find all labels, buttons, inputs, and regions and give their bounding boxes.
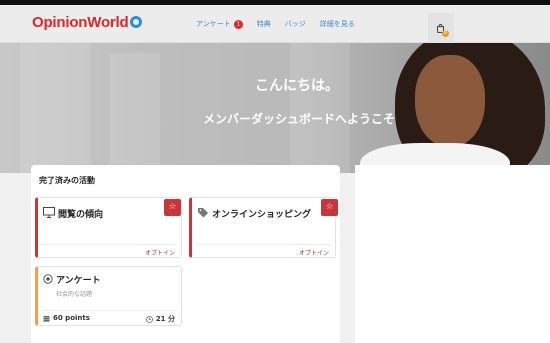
logo-ring-icon <box>130 16 143 28</box>
opt-in-link[interactable]: オプトイン <box>299 248 329 257</box>
favorite-star-icon[interactable]: ☆ <box>164 199 181 216</box>
card-title-browsing: 閲覧の傾向 <box>58 210 104 220</box>
survey-points-label: 60 points <box>53 314 90 322</box>
nav-item-surveys[interactable]: アンケート 1 <box>196 19 243 29</box>
activity-card-survey[interactable]: アンケート 社会的な話題 60 points 21 分 <box>35 266 182 326</box>
hero-background-building <box>290 43 350 173</box>
activity-heading: 完了済みの活動 <box>39 176 95 185</box>
survey-points: 60 points <box>43 314 90 322</box>
survey-icon <box>43 274 53 284</box>
completed-activities-panel: 完了済みの活動 閲覧の傾向 ☆ オプトイン オンラインショッピング ☆ オプトイ… <box>31 165 340 343</box>
hero-background-building <box>20 43 90 173</box>
logo-text: OpinionWorld <box>32 14 129 31</box>
hero-banner: こんにちは。 メンバーダッシュボードへようこそ <box>0 43 550 173</box>
monitor-icon <box>43 207 55 218</box>
nav-item-badges[interactable]: バッジ <box>285 19 306 29</box>
card-divider <box>196 244 331 245</box>
cart-count-badge: 0 <box>442 30 449 37</box>
card-divider <box>42 310 177 311</box>
card-title-survey: アンケート <box>56 276 101 286</box>
survey-count-badge: 1 <box>233 19 243 29</box>
coins-icon <box>43 315 50 322</box>
side-panel <box>355 165 550 343</box>
card-divider <box>42 244 177 245</box>
opt-in-link[interactable]: オプトイン <box>145 248 175 257</box>
cart-button[interactable]: 0 <box>428 13 454 45</box>
activity-card-shopping[interactable]: オンラインショッピング ☆ オプトイン <box>189 197 338 258</box>
clock-icon <box>145 315 153 323</box>
tag-icon <box>198 208 208 218</box>
nav-item-rewards[interactable]: 特典 <box>257 19 271 29</box>
survey-duration: 21 分 <box>145 314 175 324</box>
favorite-star-icon[interactable]: ☆ <box>321 199 338 216</box>
survey-topic: 社会的な話題 <box>56 291 93 298</box>
hero-greeting: こんにちは。 <box>255 78 339 94</box>
survey-duration-label: 21 分 <box>155 315 175 323</box>
activity-card-browsing[interactable]: 閲覧の傾向 ☆ オプトイン <box>35 197 182 258</box>
hero-person-face <box>415 55 485 147</box>
hero-welcome: メンバーダッシュボードへようこそ <box>203 112 396 126</box>
hero-background-building <box>110 53 160 173</box>
nav-item-more[interactable]: 詳細を見る <box>320 19 355 29</box>
navbar: OpinionWorld アンケート 1 特典 バッジ 詳細を見る 0 <box>0 5 550 45</box>
card-title-shopping: オンラインショッピング <box>212 210 312 220</box>
opinionworld-logo[interactable]: OpinionWorld <box>32 14 143 31</box>
nav-item-surveys-label: アンケート <box>196 20 231 28</box>
nav-menu: アンケート 1 特典 バッジ 詳細を見る <box>196 19 355 29</box>
